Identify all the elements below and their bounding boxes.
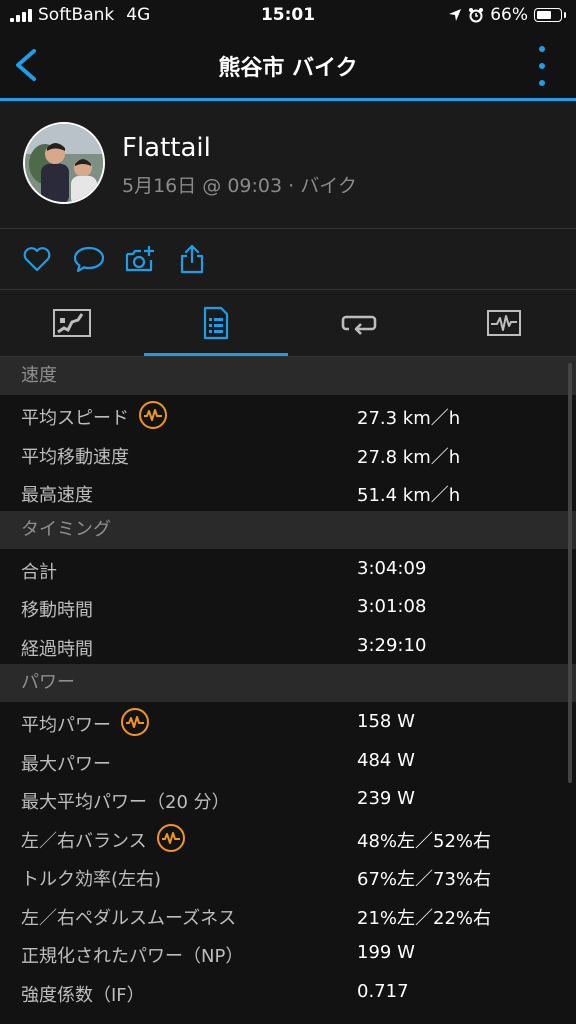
stat-label: 左／右ペダルスムーズネス	[21, 907, 237, 929]
heart-icon[interactable]	[21, 243, 53, 275]
stat-row: 左／右ペダルスムーズネス 21%左／22%右	[0, 895, 576, 934]
section-header: 速度	[0, 357, 576, 395]
stat-row: 最大パワー 484 W	[0, 741, 576, 780]
section-timing: タイミング 合計 3:04:09 移動時間 3:01:08 経過時間 3:29:10	[0, 510, 576, 665]
stat-row: 最高速度 51.4 km／h	[0, 472, 576, 511]
stat-value: 51.4 km／h	[357, 485, 461, 506]
stat-value: 27.8 km／h	[357, 446, 461, 468]
power-meter-icon[interactable]	[156, 823, 185, 852]
comment-icon[interactable]	[73, 243, 105, 275]
stat-row: トルク効率(左右) 67%左／73%右	[0, 856, 576, 895]
page-title: 熊谷市 バイク	[218, 56, 358, 81]
stat-row: 平均移動速度 27.8 km／h	[0, 434, 576, 473]
stat-value: 48%左／52%右	[357, 830, 492, 852]
stat-row: 強度係数（IF） 0.717	[0, 972, 576, 1011]
stat-row: 正規化されたパワー（NP） 199 W	[0, 933, 576, 972]
stat-label: 経過時間	[21, 638, 93, 660]
stat-row: 平均スピード 27.3 km／h	[0, 395, 576, 434]
stat-label: 移動時間	[21, 600, 93, 621]
stats-list[interactable]: 速度 平均スピード 27.3 km／h 平均移動速度 27.8 km／h 最高速度 5…	[0, 357, 576, 1024]
stat-label: 最大平均パワー（20 分）	[21, 792, 230, 813]
stat-value: 3:29:10	[357, 634, 427, 656]
stat-row: 最大平均パワー（20 分） 239 W	[0, 779, 576, 818]
power-meter-icon[interactable]	[139, 401, 167, 429]
stat-label: 平均スピード	[21, 408, 129, 429]
battery-icon	[534, 8, 566, 22]
stat-label: トルク効率(左右)	[21, 869, 162, 890]
stat-label: 強度係数（IF）	[21, 984, 145, 1006]
stat-value: 239 W	[357, 788, 415, 809]
map-icon	[53, 309, 91, 337]
share-icon[interactable]	[176, 243, 208, 275]
stats-list-icon	[203, 306, 229, 340]
battery-percent: 66%	[490, 5, 528, 25]
stat-value: 199 W	[357, 942, 415, 963]
stat-label: 最高速度	[21, 485, 93, 506]
stat-value: 27.3 km／h	[357, 408, 461, 429]
stat-row: 左／右バランス 48%左／52%右	[0, 818, 576, 857]
stat-row: 合計 3:04:09	[0, 549, 576, 588]
stat-row: 経過時間 3:29:10	[0, 626, 576, 665]
stat-row: 平均パワー 158 W	[0, 702, 576, 741]
stat-value: 158 W	[357, 711, 415, 732]
power-meter-icon[interactable]	[121, 708, 149, 736]
stat-label: 左／右バランス	[21, 830, 147, 852]
activity-header: Flattail 5月16日 @ 09:03 · バイク	[0, 101, 576, 228]
action-bar	[0, 229, 576, 289]
stat-value: 3:04:09	[357, 557, 427, 579]
section-header: タイミング	[0, 510, 576, 549]
stat-row: 移動時間 3:01:08	[0, 587, 576, 626]
stat-label: 正規化されたパワー（NP）	[21, 946, 244, 967]
stat-label: 平均パワー	[21, 715, 111, 736]
tab-laps[interactable]	[288, 290, 432, 356]
stat-value: 67%左／73%右	[357, 869, 492, 890]
tab-bar	[0, 290, 576, 356]
alarm-icon	[469, 8, 484, 23]
section-power: パワー 平均パワー 158 W 最大パワー 484 W 最大平均パワー（20 分） 2…	[0, 664, 576, 1010]
tab-map[interactable]	[0, 290, 144, 356]
status-bar: SoftBank 4G 15:01 66%	[0, 0, 576, 32]
section-header: パワー	[0, 664, 576, 702]
stat-label: 合計	[21, 561, 57, 583]
camera-add-icon[interactable]	[124, 243, 156, 275]
chart-icon	[487, 310, 521, 336]
tab-charts[interactable]	[432, 290, 576, 356]
stat-value: 21%左／22%右	[357, 907, 492, 929]
tab-stats[interactable]	[144, 290, 288, 356]
section-speed: 速度 平均スピード 27.3 km／h 平均移動速度 27.8 km／h 最高速度 5…	[0, 357, 576, 511]
loop-icon	[341, 315, 377, 335]
stat-value: 484 W	[357, 749, 415, 771]
stat-label: 最大パワー	[21, 753, 111, 775]
more-menu-button[interactable]	[534, 46, 550, 86]
nav-bar: 熊谷市 バイク	[0, 32, 576, 98]
profile-name[interactable]: Flattail	[122, 133, 211, 163]
avatar[interactable]	[23, 122, 105, 204]
stat-value: 3:01:08	[357, 596, 427, 617]
stat-value: 0.717	[357, 980, 409, 1002]
activity-meta: 5月16日 @ 09:03 · バイク	[122, 175, 357, 197]
location-arrow-icon	[449, 9, 462, 21]
stat-label: 平均移動速度	[21, 446, 129, 468]
